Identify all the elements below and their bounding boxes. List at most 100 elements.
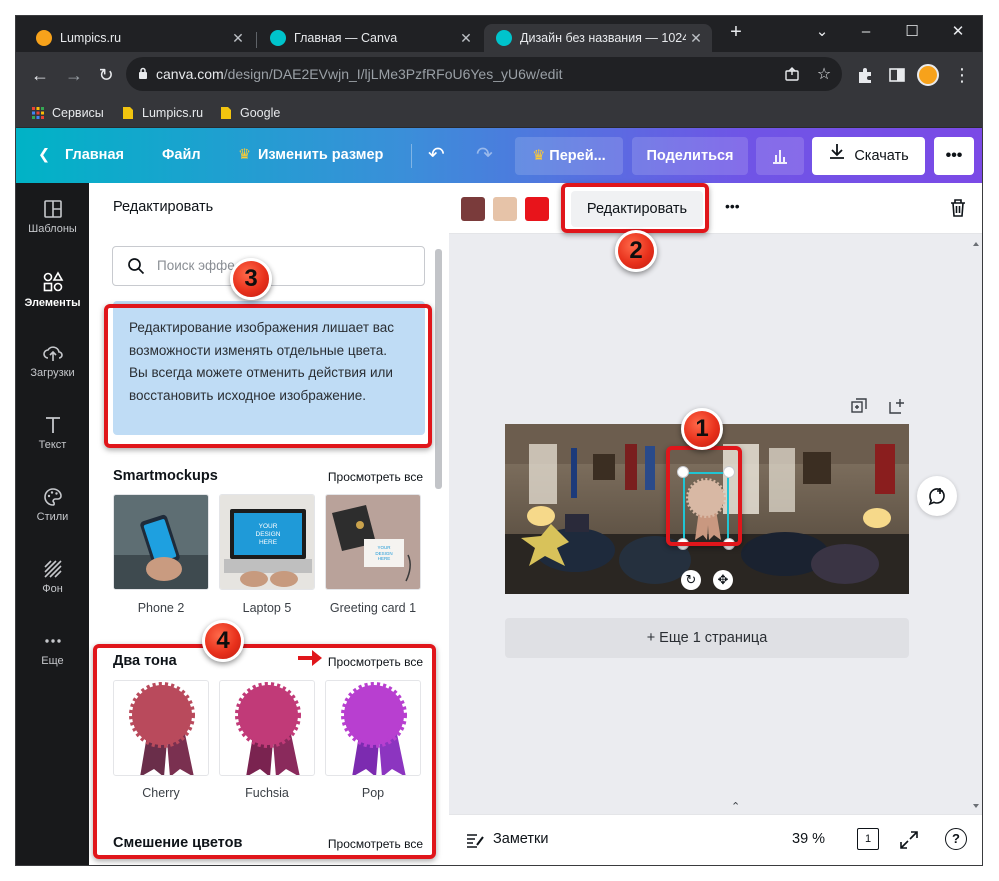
duplicate-page-icon[interactable] <box>851 398 867 414</box>
topbar-divider <box>411 144 412 168</box>
color-swatch-3[interactable] <box>525 197 549 221</box>
side-panel-icon[interactable] <box>888 66 906 84</box>
crown-icon: ♛ <box>238 147 251 163</box>
rail-label: Фон <box>42 583 63 595</box>
bookmark-google[interactable]: Google <box>220 104 280 122</box>
canva-favicon-icon <box>496 30 512 46</box>
tab-bar: Lumpics.ru ✕ Главная — Canva ✕ Дизайн бе… <box>16 16 982 52</box>
redo-icon[interactable]: ↷ <box>476 128 493 183</box>
bookmark-label: Сервисы <box>52 106 104 120</box>
tab-title: Lumpics.ru <box>60 31 122 45</box>
file-menu[interactable]: Файл <box>162 128 201 183</box>
tab-canva-design[interactable]: Дизайн без названия — 1024 ✕ <box>484 24 712 52</box>
phone-mockup-image <box>114 495 208 589</box>
extensions-icon[interactable] <box>856 66 874 84</box>
color-swatch-2[interactable] <box>493 197 517 221</box>
rail-elements[interactable]: Элементы <box>16 255 89 327</box>
bookmark-lumpics[interactable]: Lumpics.ru <box>122 104 203 122</box>
add-page-icon[interactable] <box>889 398 905 414</box>
rail-label: Стили <box>36 511 69 523</box>
more-options-button[interactable]: ••• <box>934 137 974 175</box>
add-page-button[interactable]: + Еще 1 страница <box>505 618 909 658</box>
uploads-icon <box>42 346 63 361</box>
forward-button[interactable]: → <box>62 63 86 87</box>
share-page-icon[interactable] <box>784 66 800 82</box>
editor-footer: Заметки 39 % 1 ? <box>449 814 982 865</box>
home-chevron-icon[interactable]: ❮ <box>38 128 50 183</box>
bookmark-page-icon <box>123 107 133 119</box>
minimize-button[interactable]: – <box>846 20 886 44</box>
color-swatch-1[interactable] <box>461 197 485 221</box>
annotation-badge-3: 3 <box>230 258 272 300</box>
bar-chart-icon <box>773 150 787 164</box>
close-tab-icon[interactable]: ✕ <box>456 30 476 47</box>
close-tab-icon[interactable]: ✕ <box>686 30 706 47</box>
crown-icon: ♛ <box>532 148 550 164</box>
tab-search-icon[interactable]: ⌄ <box>802 20 842 44</box>
undo-icon[interactable]: ↶ <box>428 128 445 183</box>
rail-label: Элементы <box>24 297 81 309</box>
home-link[interactable]: Главная <box>65 128 124 183</box>
browser-menu-icon[interactable]: ⋮ <box>950 63 974 87</box>
share-button[interactable]: Поделиться <box>632 137 748 175</box>
zoom-level[interactable]: 39 % <box>792 831 825 847</box>
see-all-smartmockups-link[interactable]: Просмотреть все <box>328 470 423 484</box>
panel-scrollbar[interactable] <box>435 249 442 489</box>
templates-icon <box>43 200 62 218</box>
mockup-card-text: YOUR DESIGN HERE <box>375 545 393 561</box>
background-icon <box>43 560 62 578</box>
annotation-badge-1: 1 <box>681 408 723 450</box>
mockup-label-greeting-card: Greeting card 1 <box>329 601 417 615</box>
reload-button[interactable]: ↻ <box>94 63 118 87</box>
mockup-greeting-card-thumb[interactable]: YOUR DESIGN HERE <box>325 494 421 590</box>
profile-avatar[interactable] <box>917 64 939 86</box>
download-label: Скачать <box>854 148 909 164</box>
bookmark-star-icon[interactable]: ☆ <box>812 63 836 87</box>
notes-button[interactable]: Заметки <box>493 831 548 847</box>
comment-button[interactable] <box>917 476 957 516</box>
tab-title: Дизайн без названия — 1024 <box>520 31 686 45</box>
mockup-phone-thumb[interactable] <box>113 494 209 590</box>
bookmark-label: Google <box>240 106 281 120</box>
url-field[interactable]: canva.com/design/DAE2EVwjn_I/ljLMe3PzfRF… <box>126 57 842 91</box>
close-window-button[interactable]: ✕ <box>938 20 978 44</box>
rail-styles[interactable]: Стили <box>16 471 89 543</box>
url-path: /design/DAE2EVwjn_I/ljLMe3PzfRFoU6Yes_yU… <box>223 66 563 82</box>
mockup-laptop-thumb[interactable]: YOUR DESIGN HERE <box>219 494 315 590</box>
rail-label: Еще <box>41 655 64 667</box>
annotation-badge-2: 2 <box>615 230 657 272</box>
bookmark-services[interactable]: Сервисы <box>32 104 104 122</box>
collapse-footer-chevron-icon[interactable]: ⌃ <box>731 800 740 813</box>
move-icon[interactable]: ✥ <box>713 570 733 590</box>
annotation-box-notice <box>104 304 432 448</box>
bookmarks-bar: Сервисы Lumpics.ru Google <box>16 98 982 128</box>
maximize-button[interactable]: ☐ <box>892 20 932 44</box>
tab-lumpics[interactable]: Lumpics.ru ✕ <box>24 24 254 52</box>
annotation-badge-4: 4 <box>202 620 244 662</box>
resize-button[interactable]: Изменить размер <box>258 128 383 183</box>
context-more-button[interactable]: ••• <box>725 198 740 214</box>
rail-more[interactable]: Еще <box>16 615 89 687</box>
upgrade-button[interactable]: ♛ Перей... <box>515 137 623 175</box>
new-tab-button[interactable]: + <box>716 20 756 44</box>
close-tab-icon[interactable]: ✕ <box>228 30 248 47</box>
notes-icon <box>467 834 484 848</box>
download-icon <box>828 137 846 175</box>
insights-button[interactable] <box>756 137 804 175</box>
back-button[interactable]: ← <box>28 63 52 87</box>
page-count-button[interactable]: 1 <box>857 828 879 850</box>
lumpics-favicon-icon <box>36 30 52 46</box>
rail-uploads[interactable]: Загрузки <box>16 327 89 399</box>
fullscreen-icon[interactable] <box>899 830 919 850</box>
rail-templates[interactable]: Шаблоны <box>16 183 89 255</box>
workspace-scrollbar[interactable] <box>973 240 979 810</box>
apps-grid-icon <box>32 107 44 119</box>
trash-icon[interactable] <box>949 198 967 218</box>
help-button[interactable]: ? <box>945 828 967 850</box>
tab-canva-home[interactable]: Главная — Canva ✕ <box>258 24 482 52</box>
download-button[interactable]: Скачать <box>812 137 925 175</box>
rail-background[interactable]: Фон <box>16 543 89 615</box>
search-icon <box>128 258 145 275</box>
rail-text[interactable]: Текст <box>16 399 89 471</box>
rotate-icon[interactable]: ↻ <box>681 570 701 590</box>
